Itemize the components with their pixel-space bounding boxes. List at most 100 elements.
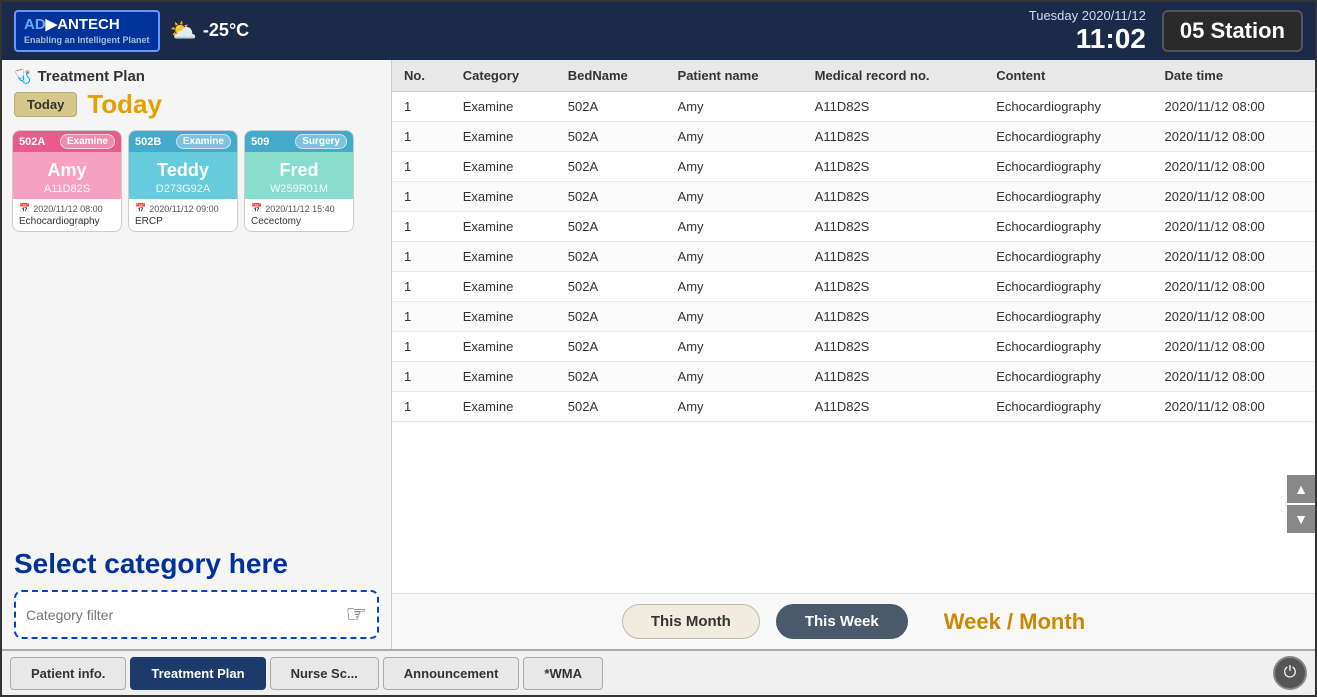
cell-patient: Amy — [666, 332, 803, 362]
col-no: No. — [392, 60, 451, 92]
table-row[interactable]: 1 Examine 502A Amy A11D82S Echocardiogra… — [392, 212, 1315, 242]
category-filter-input[interactable] — [26, 607, 341, 623]
cell-patient: Amy — [666, 212, 803, 242]
cell-bed: 502A — [556, 182, 666, 212]
card-date-2: 📅2020/11/12 09:00 — [135, 203, 231, 214]
cell-no: 1 — [392, 152, 451, 182]
cell-date: 2020/11/12 08:00 — [1153, 332, 1315, 362]
table-row[interactable]: 1 Examine 502A Amy A11D82S Echocardiogra… — [392, 242, 1315, 272]
card-body-3: Fred W259R01M — [245, 152, 353, 199]
cell-no: 1 — [392, 182, 451, 212]
nav-announcement[interactable]: Announcement — [383, 657, 520, 690]
patient-id-1: A11D82S — [17, 183, 117, 195]
cell-category: Examine — [451, 122, 556, 152]
table-container[interactable]: No. Category BedName Patient name Medica… — [392, 60, 1315, 593]
select-category-section: Select category here ☞ — [2, 236, 391, 649]
cell-date: 2020/11/12 08:00 — [1153, 92, 1315, 122]
cell-patient: Amy — [666, 92, 803, 122]
cell-category: Examine — [451, 332, 556, 362]
card-date-1: 📅2020/11/12 08:00 — [19, 203, 115, 214]
nav-wma[interactable]: *WMA — [523, 657, 603, 690]
cell-no: 1 — [392, 242, 451, 272]
nav-nurse-sc[interactable]: Nurse Sc... — [270, 657, 379, 690]
cell-date: 2020/11/12 08:00 — [1153, 122, 1315, 152]
col-bedname: BedName — [556, 60, 666, 92]
cell-no: 1 — [392, 392, 451, 422]
cell-patient: Amy — [666, 182, 803, 212]
cell-category: Examine — [451, 92, 556, 122]
table-row[interactable]: 1 Examine 502A Amy A11D82S Echocardiogra… — [392, 92, 1315, 122]
cell-content: Echocardiography — [984, 92, 1152, 122]
patient-card-3[interactable]: 509 Surgery Fred W259R01M 📅2020/11/12 15… — [244, 130, 354, 232]
cell-no: 1 — [392, 92, 451, 122]
card-header-2: 502B Examine — [129, 131, 237, 152]
cell-patient: Amy — [666, 122, 803, 152]
patient-name-2: Teddy — [133, 160, 233, 181]
card-footer-2: 📅2020/11/12 09:00 ERCP — [129, 199, 237, 231]
bottom-nav: Patient info. Treatment Plan Nurse Sc...… — [2, 649, 1315, 695]
patient-card-2[interactable]: 502B Examine Teddy D273G92A 📅2020/11/12 … — [128, 130, 238, 232]
cell-no: 1 — [392, 302, 451, 332]
cell-record: A11D82S — [803, 92, 985, 122]
card-body-2: Teddy D273G92A — [129, 152, 237, 199]
this-week-button[interactable]: This Week — [776, 604, 908, 639]
cell-no: 1 — [392, 212, 451, 242]
logo-area: AD▶ANTECH Enabling an Intelligent Planet… — [14, 10, 249, 52]
cell-bed: 502A — [556, 152, 666, 182]
cell-content: Echocardiography — [984, 152, 1152, 182]
cell-record: A11D82S — [803, 242, 985, 272]
col-record: Medical record no. — [803, 60, 985, 92]
patient-id-3: W259R01M — [249, 183, 349, 195]
cell-record: A11D82S — [803, 212, 985, 242]
nav-treatment-plan[interactable]: Treatment Plan — [130, 657, 265, 690]
cell-date: 2020/11/12 08:00 — [1153, 152, 1315, 182]
cell-bed: 502A — [556, 242, 666, 272]
header: AD▶ANTECH Enabling an Intelligent Planet… — [2, 2, 1315, 60]
card-category-1: Examine — [60, 134, 115, 149]
table-row[interactable]: 1 Examine 502A Amy A11D82S Echocardiogra… — [392, 152, 1315, 182]
cell-bed: 502A — [556, 122, 666, 152]
left-panel: 🩺 Treatment Plan Today Today 502A Examin… — [2, 60, 392, 649]
cell-record: A11D82S — [803, 302, 985, 332]
table-header-row: No. Category BedName Patient name Medica… — [392, 60, 1315, 92]
patient-name-1: Amy — [17, 160, 117, 181]
cell-content: Echocardiography — [984, 332, 1152, 362]
cell-patient: Amy — [666, 152, 803, 182]
nav-patient-info[interactable]: Patient info. — [10, 657, 126, 690]
cell-record: A11D82S — [803, 392, 985, 422]
cell-category: Examine — [451, 152, 556, 182]
cell-date: 2020/11/12 08:00 — [1153, 182, 1315, 212]
scroll-down-button[interactable]: ▼ — [1287, 505, 1315, 533]
cell-no: 1 — [392, 272, 451, 302]
logo-subtitle: Enabling an Intelligent Planet — [24, 35, 150, 46]
table-row[interactable]: 1 Examine 502A Amy A11D82S Echocardiogra… — [392, 272, 1315, 302]
card-proc-2: ERCP — [135, 216, 231, 227]
cell-category: Examine — [451, 242, 556, 272]
this-month-button[interactable]: This Month — [622, 604, 760, 639]
date-display: Tuesday 2020/11/12 — [1029, 8, 1146, 23]
weather-icon: ⛅ — [170, 18, 197, 44]
cell-patient: Amy — [666, 302, 803, 332]
patient-cards: 502A Examine Amy A11D82S 📅2020/11/12 08:… — [2, 126, 391, 236]
today-tab[interactable]: Today — [14, 92, 77, 117]
power-button[interactable]: ⏻ — [1273, 656, 1307, 690]
table-row[interactable]: 1 Examine 502A Amy A11D82S Echocardiogra… — [392, 302, 1315, 332]
cell-record: A11D82S — [803, 362, 985, 392]
scroll-up-button[interactable]: ▲ — [1287, 475, 1315, 503]
table-row[interactable]: 1 Examine 502A Amy A11D82S Echocardiogra… — [392, 392, 1315, 422]
table-row[interactable]: 1 Examine 502A Amy A11D82S Echocardiogra… — [392, 362, 1315, 392]
cell-date: 2020/11/12 08:00 — [1153, 272, 1315, 302]
card-date-3: 📅2020/11/12 15:40 — [251, 203, 347, 214]
cell-content: Echocardiography — [984, 212, 1152, 242]
cell-category: Examine — [451, 392, 556, 422]
card-room-1: 502A — [19, 136, 45, 148]
category-filter-box[interactable]: ☞ — [14, 590, 379, 639]
card-header-1: 502A Examine — [13, 131, 121, 152]
table-row[interactable]: 1 Examine 502A Amy A11D82S Echocardiogra… — [392, 332, 1315, 362]
table-row[interactable]: 1 Examine 502A Amy A11D82S Echocardiogra… — [392, 122, 1315, 152]
logo: AD▶ANTECH Enabling an Intelligent Planet — [14, 10, 160, 52]
cell-patient: Amy — [666, 392, 803, 422]
table-row[interactable]: 1 Examine 502A Amy A11D82S Echocardiogra… — [392, 182, 1315, 212]
patient-card-1[interactable]: 502A Examine Amy A11D82S 📅2020/11/12 08:… — [12, 130, 122, 232]
cell-content: Echocardiography — [984, 122, 1152, 152]
